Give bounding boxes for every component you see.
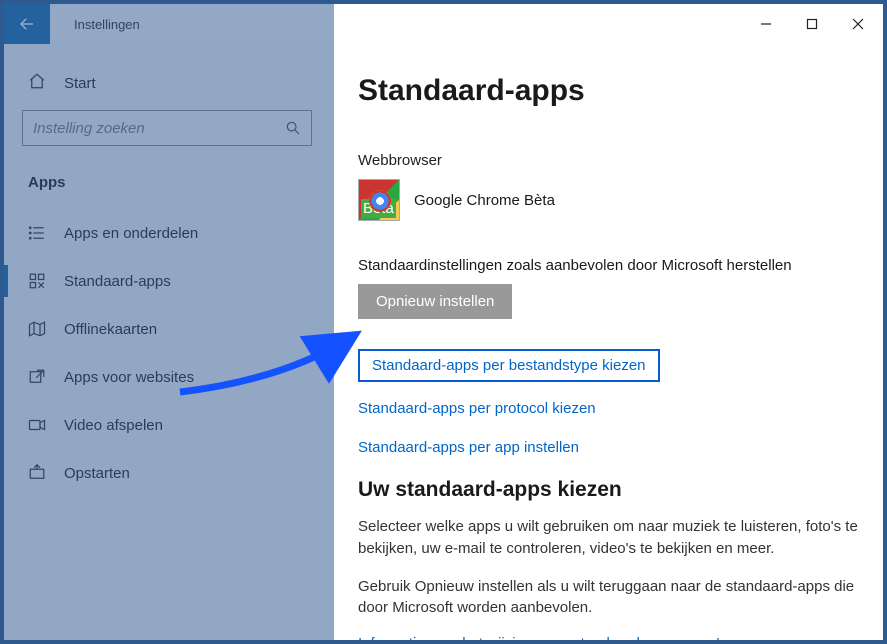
sidebar-section-header: Apps (22, 168, 316, 209)
close-button[interactable] (835, 4, 881, 44)
search-icon (285, 120, 301, 136)
sidebar-home[interactable]: Start (22, 60, 316, 110)
sidebar-item-label: Video afspelen (64, 417, 163, 434)
sidebar-item-apps-websites[interactable]: Apps voor websites (22, 353, 316, 401)
sidebar-item-label: Apps voor websites (64, 369, 194, 386)
video-icon (28, 416, 46, 434)
sidebar-item-label: Offlinekaarten (64, 321, 157, 338)
sidebar-item-label: Apps en onderdelen (64, 225, 198, 242)
maximize-button[interactable] (789, 4, 835, 44)
webbrowser-label: Webbrowser (358, 152, 859, 169)
help-text-2: Gebruik Opnieuw instellen als u wilt ter… (358, 576, 859, 620)
back-button[interactable] (4, 4, 50, 44)
sidebar-item-video-playback[interactable]: Video afspelen (22, 401, 316, 449)
page-title: Standaard-apps (358, 74, 859, 108)
chrome-beta-icon: Beta (358, 179, 400, 221)
search-box[interactable] (22, 110, 312, 146)
list-icon (28, 224, 46, 242)
link-by-filetype[interactable]: Standaard-apps per bestandstype kiezen (358, 349, 660, 382)
titlebar: Instellingen (4, 4, 883, 44)
link-by-filetype-text[interactable]: Standaard-apps per bestandstype kiezen (372, 357, 646, 374)
reset-button[interactable]: Opnieuw instellen (358, 284, 512, 319)
sidebar-item-default-apps[interactable]: Standaard-apps (22, 257, 316, 305)
sidebar-home-label: Start (64, 75, 96, 92)
sidebar-item-apps-features[interactable]: Apps en onderdelen (22, 209, 316, 257)
close-icon (852, 18, 864, 30)
link-by-app[interactable]: Standaard-apps per app instellen (358, 439, 859, 456)
webbrowser-app-tile[interactable]: Beta Google Chrome Bèta (358, 179, 859, 221)
link-by-protocol[interactable]: Standaard-apps per protocol kiezen (358, 400, 859, 417)
search-input[interactable] (33, 120, 285, 137)
sidebar-item-startup[interactable]: Opstarten (22, 449, 316, 497)
arrow-left-icon (18, 15, 36, 33)
map-icon (28, 320, 46, 338)
sidebar-item-label: Opstarten (64, 465, 130, 482)
defaults-icon (28, 272, 46, 290)
link-more-info[interactable]: Informatie over het wijzigen van standaa… (358, 635, 859, 640)
content-pane: Standaard-apps Webbrowser Beta Google Ch… (334, 44, 883, 640)
minimize-icon (760, 18, 772, 30)
home-icon (28, 72, 46, 94)
startup-icon (28, 464, 46, 482)
minimize-button[interactable] (743, 4, 789, 44)
section2-title: Uw standaard-apps kiezen (358, 478, 859, 502)
webbrowser-app-name: Google Chrome Bèta (414, 192, 555, 209)
sidebar: Start Apps Apps en onderdelen Standaard-… (4, 44, 334, 640)
open-external-icon (28, 368, 46, 386)
reset-text: Standaardinstellingen zoals aanbevolen d… (358, 257, 859, 274)
window-title: Instellingen (74, 17, 140, 32)
sidebar-item-label: Standaard-apps (64, 273, 171, 290)
sidebar-item-offline-maps[interactable]: Offlinekaarten (22, 305, 316, 353)
maximize-icon (806, 18, 818, 30)
help-text-1: Selecteer welke apps u wilt gebruiken om… (358, 516, 859, 560)
